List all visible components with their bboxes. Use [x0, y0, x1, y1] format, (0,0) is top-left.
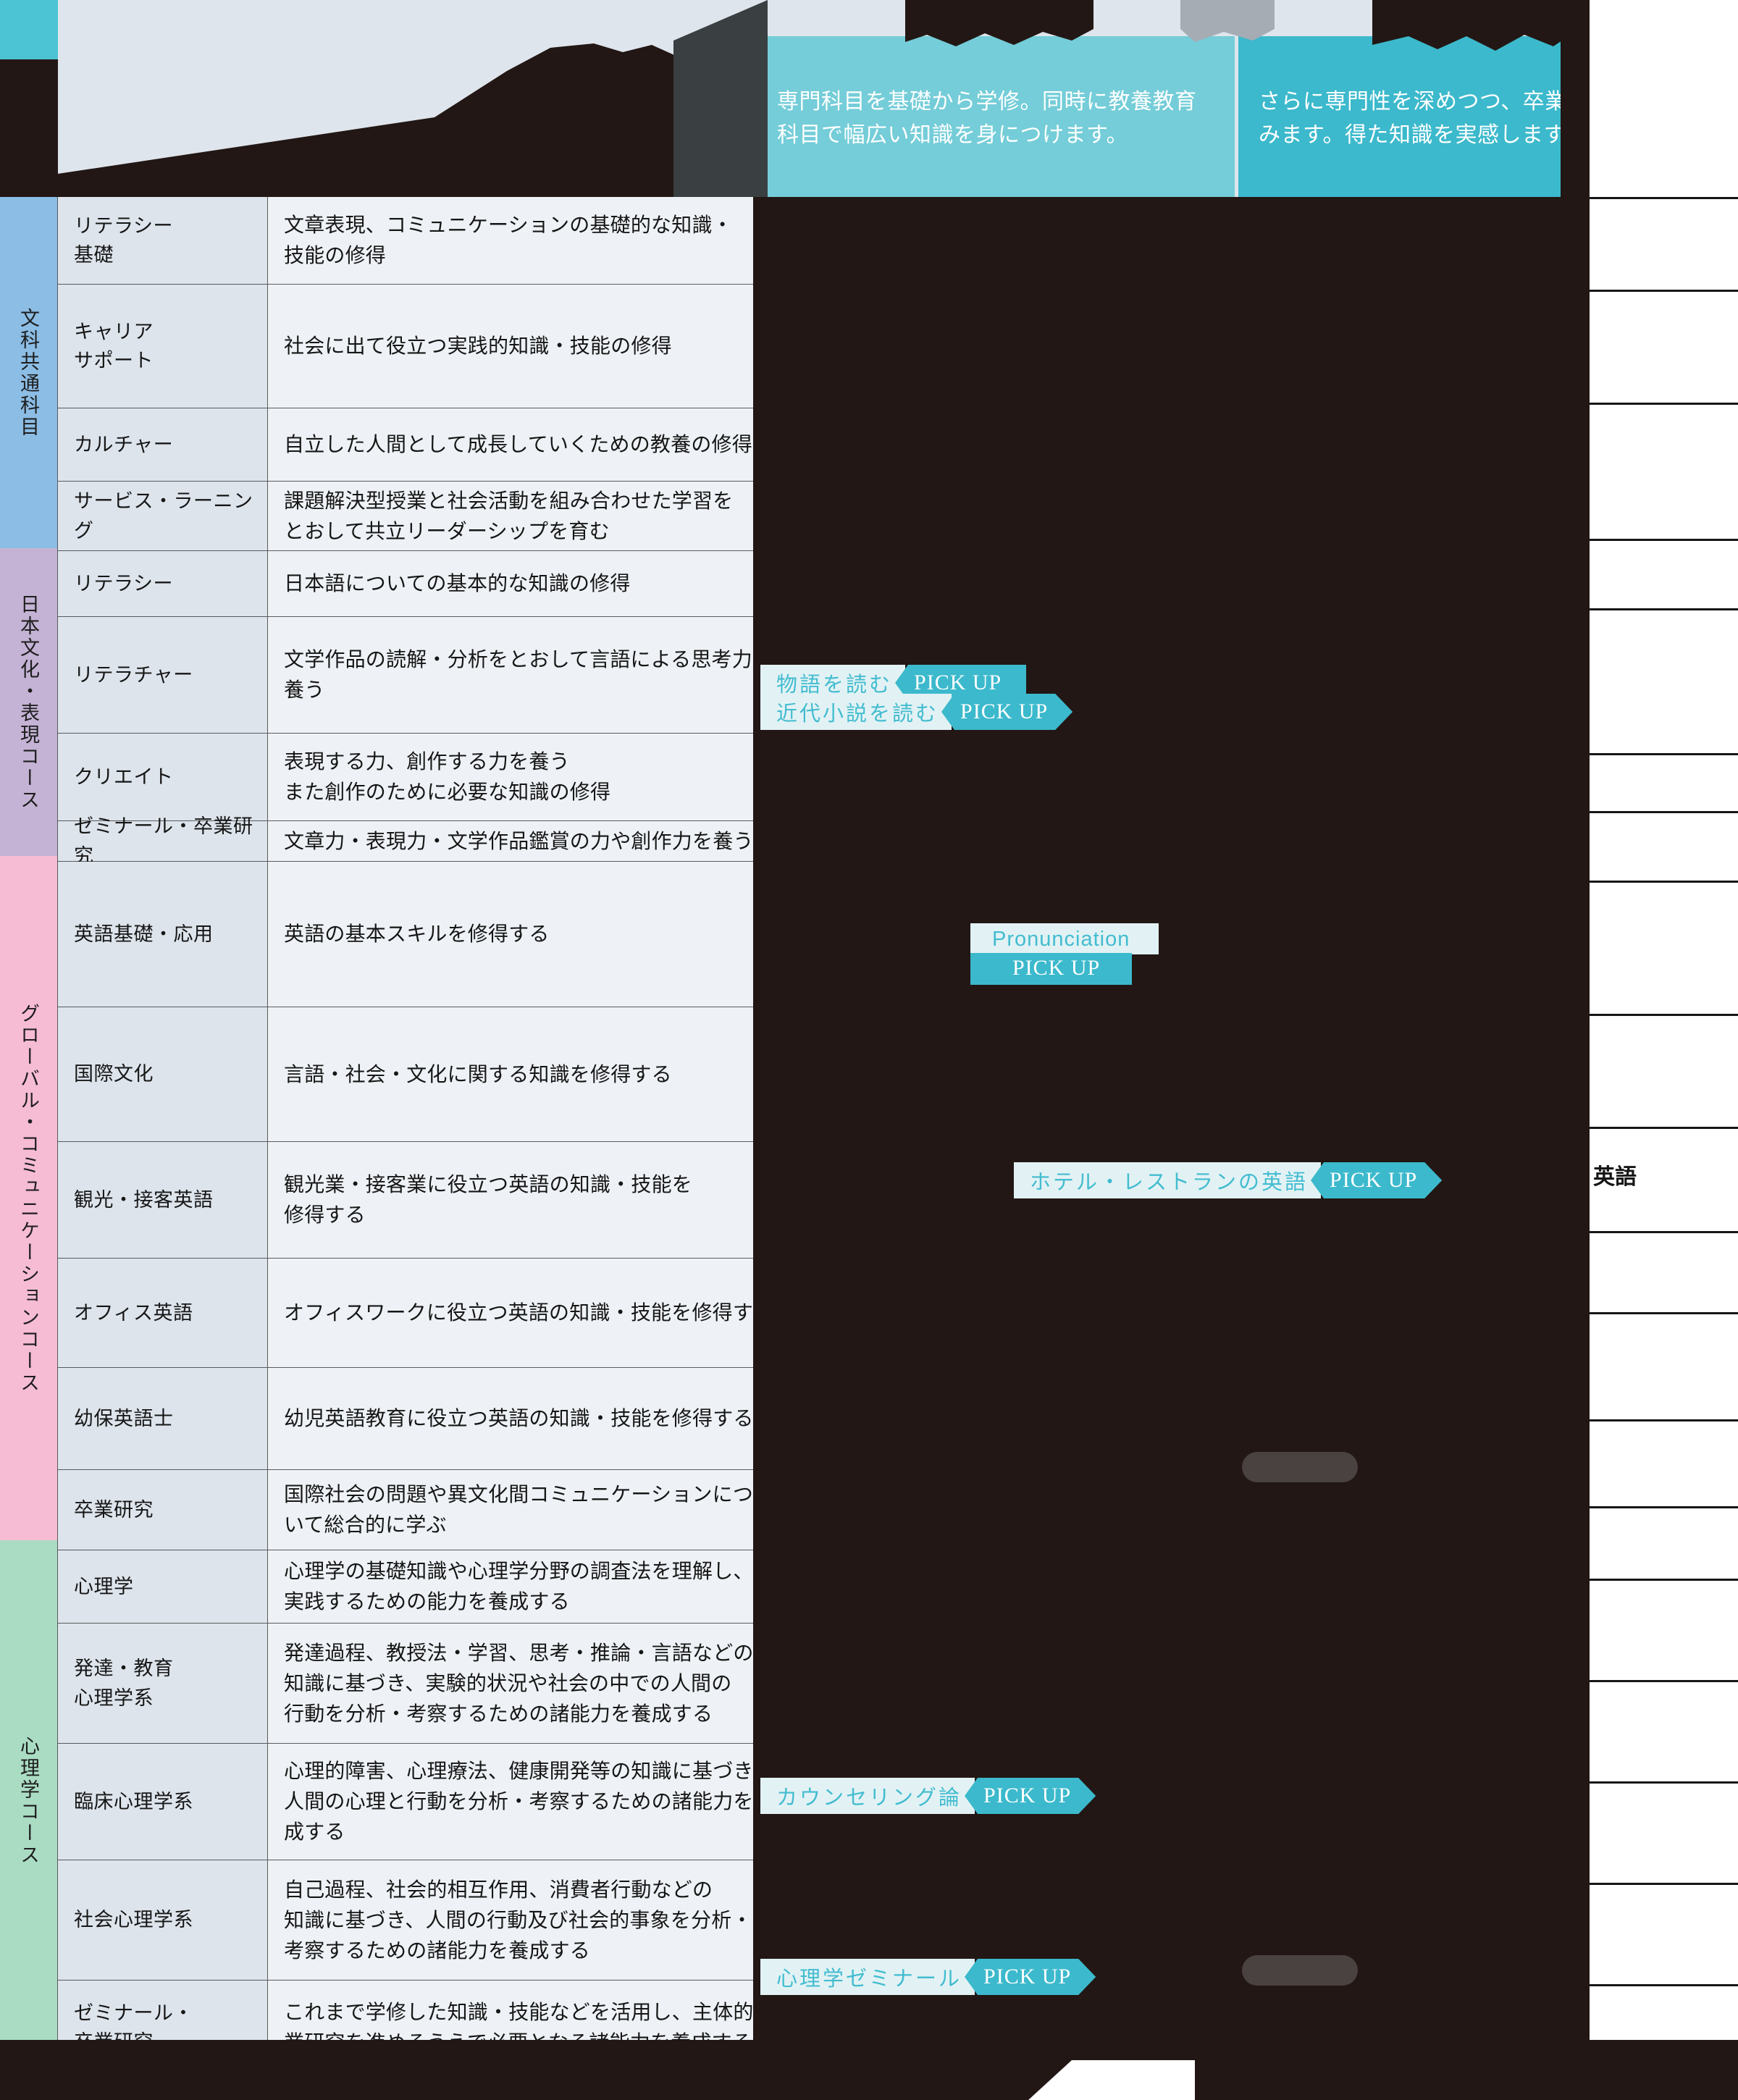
- right-rule: [1590, 1312, 1738, 1314]
- pickup-label: Pronunciation: [970, 923, 1159, 954]
- subject-cell: カルチャー: [58, 408, 268, 481]
- phase-note-1-text: 専門科目を基礎から学修。同時に教養教育科目で幅広い知識を身につけます。: [777, 90, 1197, 147]
- pickup-badge-hotel[interactable]: ホテル・レストランの英語 PICK UP: [1014, 1162, 1442, 1198]
- subject-cell: キャリア サポート: [58, 285, 268, 408]
- overlay-smudge: [1242, 1452, 1358, 1482]
- pickup-badge-pronunciation[interactable]: Pronunciation PICK UP: [970, 923, 1159, 985]
- group-label: 心理学コース: [17, 1736, 39, 1866]
- subject-cell: リテラチャー: [58, 617, 268, 733]
- right-rule: [1590, 1127, 1738, 1129]
- right-rule: [1590, 1231, 1738, 1233]
- subject-cell: 国際文化: [58, 1007, 268, 1141]
- phase-note-1: 専門科目を基礎から学修。同時に教養教育科目で幅広い知識を身につけます。: [757, 36, 1235, 197]
- right-rule: [1590, 1781, 1738, 1784]
- pickup-badge-kindai[interactable]: 近代小説を読む PICK UP: [760, 694, 1072, 730]
- group-strip-shinrigaku: 心理学コース: [0, 1540, 58, 2062]
- group-label: グローバル・コミュニケーションコース: [17, 1002, 39, 1394]
- right-rule: [1590, 1419, 1738, 1421]
- right-column-mask: [1590, 197, 1738, 2040]
- right-rule: [1590, 290, 1738, 292]
- pickup-label: ホテル・レストランの英語: [1014, 1162, 1322, 1198]
- pickup-tag: PICK UP: [965, 1959, 1096, 1995]
- right-rule: [1590, 539, 1738, 541]
- pickup-label: 心理学ゼミナール: [760, 1959, 975, 1995]
- right-rule: [1590, 753, 1738, 755]
- subject-cell: 社会心理学系: [58, 1860, 268, 1980]
- subject-cell: 発達・教育 心理学系: [58, 1624, 268, 1743]
- pickup-badge-shinri-seminar[interactable]: 心理学ゼミナール PICK UP: [760, 1959, 1096, 1995]
- subject-cell: 卒業研究: [58, 1470, 268, 1550]
- right-rule: [1590, 1680, 1738, 1682]
- curriculum-chart-page: 専門科目を基礎から学修。同時に教養教育科目で幅広い知識を身につけます。 さらに専…: [0, 0, 1738, 2100]
- right-rule: [1590, 881, 1738, 883]
- pickup-tag: PICK UP: [941, 694, 1072, 730]
- pickup-tag: PICK UP: [970, 953, 1133, 985]
- group-strip-bunka-kyotsu: 文科共通科目: [0, 197, 58, 548]
- bottom-dark-band: [0, 2040, 1738, 2100]
- subject-cell: 観光・接客英語: [58, 1142, 268, 1258]
- right-rule: [1590, 1014, 1738, 1016]
- subject-cell: 心理学: [58, 1550, 268, 1623]
- header-left-accent-strip: [0, 0, 58, 59]
- right-rule: [1590, 403, 1738, 405]
- pickup-label: カウンセリング論: [760, 1778, 975, 1814]
- subject-cell: 臨床心理学系: [58, 1744, 268, 1860]
- subject-cell: 英語基礎・応用: [58, 862, 268, 1007]
- pickup-label: 近代小説を読む: [760, 694, 952, 730]
- pickup-tag: PICK UP: [965, 1778, 1096, 1814]
- right-rule: [1590, 608, 1738, 610]
- group-strip-nihon-bunka: 日本文化・表現コース: [0, 548, 58, 856]
- subject-cell: サービス・ラーニング: [58, 482, 268, 550]
- pickup-badge-counseling[interactable]: カウンセリング論 PICK UP: [760, 1778, 1096, 1814]
- right-rule: [1590, 197, 1738, 199]
- right-column-label: 英語: [1593, 1165, 1637, 1189]
- right-rule: [1590, 1506, 1738, 1508]
- group-strip-global-communication: グローバル・コミュニケーションコース: [0, 856, 58, 1540]
- group-label: 文科共通科目: [17, 307, 39, 438]
- center-dark-overlay: [753, 197, 1590, 2040]
- right-rule: [1590, 811, 1738, 813]
- right-rule: [1590, 1984, 1738, 1986]
- group-label: 日本文化・表現コース: [17, 593, 39, 811]
- right-rule: [1590, 1579, 1738, 1581]
- top-header-band: 専門科目を基礎から学修。同時に教養教育科目で幅広い知識を身につけます。 さらに専…: [0, 0, 1738, 197]
- subject-cell: ゼミナール・卒業研究: [58, 815, 268, 867]
- subject-cell: クリエイト: [58, 734, 268, 820]
- subject-cell: リテラシー 基礎: [58, 197, 268, 284]
- overlay-smudge: [1242, 1955, 1358, 1986]
- subject-cell: リテラシー: [58, 551, 268, 616]
- pickup-tag: PICK UP: [1311, 1162, 1442, 1198]
- subject-cell: オフィス英語: [58, 1259, 268, 1367]
- subject-cell: 幼保英語士: [58, 1368, 268, 1469]
- right-rule: [1590, 1883, 1738, 1885]
